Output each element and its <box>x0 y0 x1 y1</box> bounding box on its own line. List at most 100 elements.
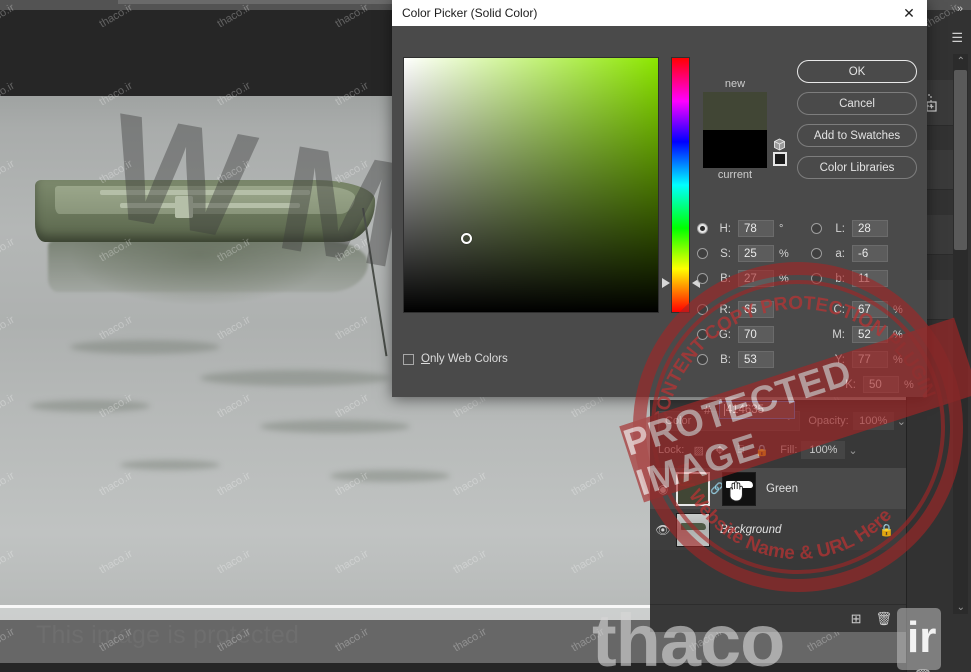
hex-label: # <box>704 402 711 417</box>
dialog-title-bar: Color Picker (Solid Color) ✕ <box>392 0 927 26</box>
lab-l-input[interactable]: 28 <box>852 220 888 237</box>
gamut-warning-cube-icon[interactable] <box>773 138 786 151</box>
cmyk-y-unit: % <box>893 353 903 366</box>
current-color-swatch[interactable] <box>703 130 767 168</box>
eye-icon[interactable]: ◉ <box>650 482 676 496</box>
rgb-b-2-input[interactable]: 53 <box>738 351 774 368</box>
table-row[interactable]: 👁 Background 🔒 <box>650 509 906 550</box>
link-icon[interactable]: 🔗 <box>710 482 724 495</box>
rgb-r-0-label: R: <box>719 303 732 316</box>
hex-input[interactable]: 414635 <box>718 400 795 419</box>
saturation-brightness-field[interactable] <box>403 57 659 313</box>
hsb-h-0-label: H: <box>719 222 732 235</box>
artboard-lock-icon[interactable]: ⌸ <box>734 444 747 457</box>
rgb-cmyk-row: B: 53 Y: 77% <box>697 347 922 372</box>
dialog-buttons: OK Cancel Add to Swatches Color Librarie… <box>797 60 917 188</box>
delete-layer-icon[interactable]: 🗑 <box>875 611 892 627</box>
layer-mask-thumbnail[interactable] <box>722 471 756 506</box>
only-web-colors-checkbox[interactable] <box>403 353 414 365</box>
rgb-b-2-radio[interactable] <box>697 354 708 365</box>
color-field-marker[interactable] <box>461 233 472 244</box>
lab-a-input[interactable]: -6 <box>852 245 888 262</box>
hsb-s-1-input[interactable]: 25 <box>738 245 774 262</box>
panel-menu-icon[interactable]: ☰ <box>951 30 963 46</box>
rgb-cmyk-row: K: 50% <box>697 372 922 397</box>
new-swatch-label: new <box>724 78 746 90</box>
cancel-button[interactable]: Cancel <box>797 92 917 115</box>
lab-b-input[interactable]: 11 <box>852 270 888 287</box>
fill-value[interactable]: 100% <box>801 441 846 459</box>
out-of-gamut-swatch[interactable] <box>773 152 787 166</box>
screen-root: W M This image is protected thaco.ir thac… <box>0 0 971 672</box>
layer-thumbnail-background[interactable] <box>676 512 710 547</box>
protected-banner-text: This image is protected <box>36 621 300 649</box>
chevron-up-icon[interactable]: ⌃ <box>957 56 965 67</box>
hex-row: # 414635 <box>704 397 922 422</box>
list-item: Green <box>766 482 798 495</box>
eye-icon[interactable]: 👁 <box>650 523 676 537</box>
current-swatch-label: current <box>717 169 753 181</box>
lab-l-label: L: <box>835 222 845 235</box>
layer-thumbnail-solid[interactable] <box>676 471 710 506</box>
hsb-lab-row: S: 25% a: -6 <box>697 241 922 266</box>
hsb-s-1-radio[interactable] <box>697 248 708 259</box>
dock-scrollbar-thumb[interactable] <box>954 70 967 250</box>
lab-a-radio[interactable] <box>811 248 822 259</box>
new-layer-icon[interactable]: ⊞ <box>851 611 862 627</box>
fill-label: Fill: <box>780 444 798 456</box>
color-picker-dialog: Color Picker (Solid Color) ✕ new current… <box>392 0 927 419</box>
rgb-g-1-input[interactable]: 70 <box>738 326 774 343</box>
collapse-panels-icon[interactable]: » <box>957 3 963 15</box>
lab-a-label: a: <box>835 247 845 260</box>
boat-reflection <box>48 240 368 292</box>
new-color-swatch[interactable] <box>703 92 767 130</box>
lab-b-radio[interactable] <box>811 273 822 284</box>
hsb-b-2-label: B: <box>720 272 731 285</box>
rgb-r-0-radio[interactable] <box>697 304 708 315</box>
hsb-h-0-unit: ° <box>779 222 784 235</box>
hsb-b-2-input[interactable]: 27 <box>738 270 774 287</box>
chevron-down-icon[interactable]: ⌄ <box>957 602 965 613</box>
table-row[interactable]: ◉ 🔗 Green <box>650 468 906 509</box>
checkerboard-lock-icon[interactable]: ▨ <box>692 444 705 457</box>
cmyk-y-label: Y: <box>834 353 845 366</box>
move-lock-icon[interactable]: ✥ <box>713 444 726 457</box>
lab-l-radio[interactable] <box>811 223 822 234</box>
color-value-fields: H: 78 ° L: 28 S: 25% a: -6 B: 27% b: 11 R: 65 C: 67% G: 7… <box>697 216 922 422</box>
add-to-swatches-button[interactable]: Add to Swatches <box>797 124 917 147</box>
close-icon[interactable]: ✕ <box>899 5 919 22</box>
hsb-b-2-unit: % <box>779 272 789 285</box>
cmyk-k-label: K: <box>845 378 856 391</box>
hsb-lab-row: H: 78 ° L: 28 <box>697 216 922 241</box>
rgb-b-2-label: B: <box>720 353 731 366</box>
hsb-h-0-input[interactable]: 78 <box>738 220 774 237</box>
boat-rope <box>362 207 388 357</box>
only-web-colors-row[interactable]: Only Web Colors <box>403 353 508 365</box>
only-web-colors-label: Only Web Colors <box>421 353 508 365</box>
cmyk-m-unit: % <box>893 328 903 341</box>
rgb-cmyk-row: G: 70 M: 52% <box>697 322 922 347</box>
rgb-r-0-input[interactable]: 65 <box>738 301 774 318</box>
lock-icon: 🔒 <box>879 522 894 537</box>
rgb-g-1-radio[interactable] <box>697 329 708 340</box>
cmyk-c-input[interactable]: 67 <box>852 301 888 318</box>
hue-slider-handle-left[interactable] <box>662 278 670 288</box>
hsb-lab-row: B: 27% b: 11 <box>697 266 922 291</box>
layers-lock-row: Lock: ▨ ✥ ⌸ 🔒 Fill: 100% ⌄ <box>650 438 906 462</box>
fill-chevron-down-icon[interactable]: ⌄ <box>848 444 857 457</box>
lab-b-label: b: <box>835 272 845 285</box>
cmyk-y-input[interactable]: 77 <box>852 351 888 368</box>
page-title: Color Picker (Solid Color) <box>402 6 538 20</box>
cmyk-k-input[interactable]: 50 <box>863 376 899 393</box>
hue-slider[interactable] <box>671 57 690 313</box>
cmyk-c-unit: % <box>893 303 903 316</box>
color-libraries-button[interactable]: Color Libraries <box>797 156 917 179</box>
hsb-h-0-radio[interactable] <box>697 223 708 234</box>
trash-icon[interactable]: 🗑 <box>914 668 932 672</box>
list-item: Background <box>720 523 782 536</box>
hsb-b-2-radio[interactable] <box>697 273 708 284</box>
ok-button[interactable]: OK <box>797 60 917 83</box>
dialog-body: new current OK Cancel Add to Swatches Co… <box>392 26 927 419</box>
lock-all-icon[interactable]: 🔒 <box>755 444 769 457</box>
cmyk-m-input[interactable]: 52 <box>852 326 888 343</box>
